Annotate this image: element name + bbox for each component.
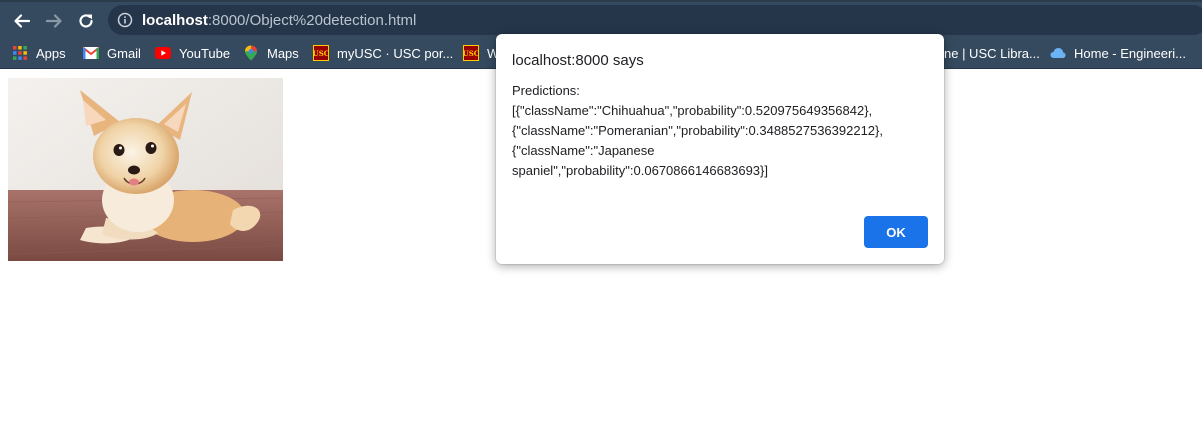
prediction-line: {"className":"Japanese [512, 143, 655, 158]
prediction-line: {"className":"Pomeranian","probability":… [512, 123, 883, 138]
alert-dialog: localhost:8000 says Predictions: [{"clas… [496, 34, 944, 264]
bookmark-myusc[interactable]: USC myUSC · USC por... [313, 44, 453, 62]
bookmark-home-engineering[interactable]: Home - Engineeri... [1050, 44, 1186, 62]
bookmark-maps[interactable]: Maps [243, 44, 299, 62]
bookmark-apps[interactable]: Apps [12, 44, 66, 62]
browser-window: localhost:8000/Object%20detection.html A… [0, 0, 1202, 442]
gmail-icon [83, 45, 99, 61]
browser-toolbar: localhost:8000/Object%20detection.html [0, 0, 1202, 38]
maps-icon [243, 45, 259, 61]
prediction-line: spaniel","probability":0.067086614668369… [512, 163, 768, 178]
bookmark-label: ne | USC Libra... [944, 45, 1040, 61]
usc-icon: USC [463, 45, 479, 61]
url-path: :8000/Object%20detection.html [207, 11, 417, 29]
back-arrow-icon[interactable] [9, 8, 35, 34]
youtube-icon [155, 45, 171, 61]
url-text[interactable]: localhost:8000/Object%20detection.html [142, 12, 416, 29]
predictions-text: [{"className":"Chihuahua","probability":… [512, 101, 922, 181]
bookmark-label: Gmail [107, 45, 141, 61]
url-host: localhost [142, 11, 208, 29]
bookmark-label: myUSC · USC por... [337, 45, 454, 61]
bookmark-gmail[interactable]: Gmail [83, 44, 141, 62]
bookmark-usc-w[interactable]: USC W [463, 44, 499, 62]
info-icon[interactable] [117, 12, 133, 28]
bookmark-label: YouTube [179, 45, 231, 61]
apps-grid-icon [12, 45, 28, 61]
ok-button[interactable]: OK [864, 216, 928, 248]
reload-icon[interactable] [73, 8, 99, 34]
predictions-label: Predictions: [512, 83, 580, 98]
cloud-icon [1050, 45, 1066, 61]
bookmark-label: Apps [36, 45, 66, 61]
address-bar[interactable]: localhost:8000/Object%20detection.html [108, 5, 1202, 35]
bookmark-label: Maps [267, 45, 299, 61]
chihuahua-dog-photo [8, 78, 283, 261]
usc-icon: USC [313, 45, 329, 61]
dialog-title: localhost:8000 says [512, 52, 644, 69]
forward-arrow-icon[interactable] [41, 8, 67, 34]
bookmark-youtube[interactable]: YouTube [155, 44, 230, 62]
prediction-line: [{"className":"Chihuahua","probability":… [512, 103, 873, 118]
bookmark-label: Home - Engineeri... [1074, 45, 1186, 61]
bookmark-usc-libraries[interactable]: ne | USC Libra... [944, 44, 1040, 62]
